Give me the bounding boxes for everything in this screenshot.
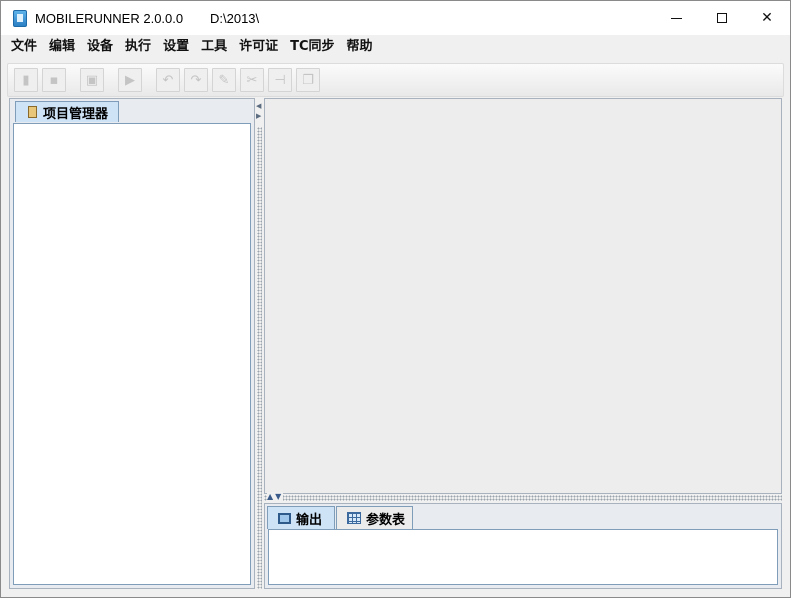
new-file-button[interactable]: ▮ (14, 68, 38, 92)
menu-device[interactable]: 设备 (81, 36, 119, 58)
window-icon: ❐ (302, 72, 314, 88)
save-button[interactable]: ▪ (42, 68, 66, 92)
menu-settings[interactable]: 设置 (157, 36, 195, 58)
redo-icon: ↷ (190, 72, 202, 88)
output-console[interactable] (268, 529, 778, 585)
tab-parameter-table-label: 参数表 (366, 512, 406, 528)
menu-tc-sync[interactable]: TC同步 (284, 36, 340, 58)
menu-run[interactable]: 执行 (119, 36, 157, 58)
menu-edit[interactable]: 编辑 (43, 36, 81, 58)
app-logo-icon (13, 10, 27, 27)
editor-area[interactable] (264, 98, 782, 494)
splitter-arrows[interactable]: ▲▼ (267, 492, 284, 501)
step-button[interactable]: ⊣ (268, 68, 292, 92)
save-icon: ▪ (49, 72, 59, 88)
window-button[interactable]: ❐ (296, 68, 320, 92)
collapse-panel-handle[interactable]: ◀ ▶ (256, 101, 262, 125)
monitor-icon (278, 512, 291, 524)
cut-button[interactable]: ✂ (240, 68, 264, 92)
project-path: D:\2013\ (210, 11, 260, 26)
redo-button[interactable]: ↷ (184, 68, 208, 92)
minimize-button[interactable] (653, 1, 699, 35)
step-icon: ⊣ (274, 72, 286, 88)
tab-project-manager[interactable]: 项目管理器 (15, 101, 119, 122)
tab-output[interactable]: 输出 (267, 506, 335, 529)
menu-license[interactable]: 许可证 (233, 36, 284, 58)
output-panel: 输出 参数表 (264, 503, 782, 589)
collapse-left-icon: ◀ (256, 102, 262, 110)
toolbar: ▮ ▪ ▣ ▶ ↶ ↷ ✎ ✂ ⊣ ❐ (7, 63, 784, 97)
project-tree[interactable] (13, 123, 251, 585)
project-manager-panel: 项目管理器 (9, 98, 255, 589)
edit-button[interactable]: ✎ (212, 68, 236, 92)
menu-bar: 文件 编辑 设备 执行 设置 工具 许可证 TC同步 帮助 (1, 35, 790, 59)
expand-right-icon: ▶ (256, 112, 262, 120)
record-icon: ▣ (85, 72, 99, 88)
maximize-icon (717, 13, 727, 23)
close-button[interactable]: ✕ (744, 1, 790, 35)
horizontal-splitter[interactable] (264, 495, 782, 501)
table-icon (347, 512, 361, 524)
tab-parameter-table[interactable]: 参数表 (336, 506, 413, 529)
title-bar[interactable]: MOBILERUNNER 2.0.0.0 D:\2013\ ✕ (1, 1, 790, 35)
split-up-icon: ▲ (267, 492, 276, 501)
cut-icon: ✂ (246, 72, 258, 88)
app-window: MOBILERUNNER 2.0.0.0 D:\2013\ ✕ 文件 编辑 设备… (0, 0, 791, 598)
close-icon: ✕ (761, 10, 773, 26)
window-title: MOBILERUNNER 2.0.0.0 (35, 11, 184, 26)
vertical-splitter[interactable] (257, 127, 262, 589)
undo-button[interactable]: ↶ (156, 68, 180, 92)
record-button[interactable]: ▣ (80, 68, 104, 92)
project-tree-icon (28, 106, 37, 118)
undo-icon: ↶ (162, 72, 174, 88)
tab-project-manager-label: 项目管理器 (43, 106, 109, 122)
split-down-icon: ▼ (275, 492, 284, 501)
tab-output-label: 输出 (296, 512, 323, 528)
menu-tools[interactable]: 工具 (195, 36, 233, 58)
new-file-icon: ▮ (22, 72, 30, 88)
menu-file[interactable]: 文件 (5, 36, 43, 58)
maximize-button[interactable] (699, 1, 745, 35)
minimize-icon (670, 17, 682, 19)
edit-icon: ✎ (218, 72, 230, 88)
play-button[interactable]: ▶ (118, 68, 142, 92)
play-icon: ▶ (125, 72, 135, 88)
menu-help[interactable]: 帮助 (341, 36, 379, 58)
